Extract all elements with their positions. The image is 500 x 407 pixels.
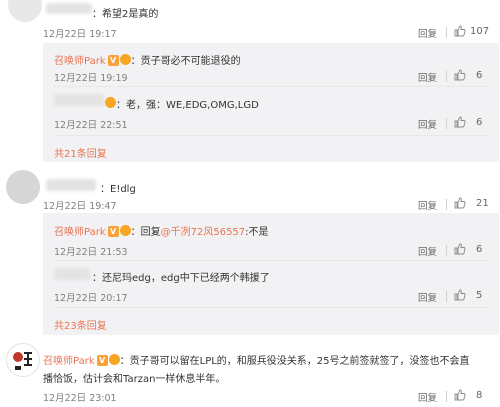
divider	[446, 245, 447, 256]
divider	[446, 391, 447, 402]
divider	[54, 135, 490, 136]
thumbs-up-icon[interactable]	[454, 69, 466, 81]
reply-author-line: 召唤师Park V ：回复@千冽72风56557:不是	[54, 223, 269, 238]
mention-link[interactable]: @千冽72风56557	[161, 227, 246, 238]
like-count: 107	[470, 26, 490, 37]
avatar[interactable]	[6, 170, 40, 204]
blurred-username	[46, 3, 92, 14]
blurred-username	[46, 179, 96, 191]
reply-button[interactable]: 回复	[418, 198, 437, 212]
reply-time: 12月22日 22:51	[54, 120, 128, 131]
verified-v-icon: V	[107, 55, 119, 66]
comment-line-1: 召唤师Park V ：贡子哥可以留在LPL的，和服兵役没关系，25号之前签就签了，没…	[43, 352, 470, 367]
avatar[interactable]	[8, 0, 42, 22]
reply-text: ：老，强：WE,EDG,OMG,LGD	[116, 100, 259, 111]
reply-button[interactable]: 回复	[418, 290, 437, 304]
divider	[446, 118, 447, 129]
like-count: 6	[476, 70, 483, 81]
like-count: 8	[476, 390, 483, 401]
verified-v-icon: V	[96, 355, 108, 366]
reply-text: ：贡子哥必不可能退役的	[130, 56, 241, 67]
reply-text-prefix: ：回复	[130, 227, 161, 238]
more-replies-link[interactable]: 共21条回复	[54, 145, 107, 160]
reply-username[interactable]: 召唤师Park	[54, 227, 106, 238]
comment-text: ：希望2是真的	[92, 9, 159, 20]
comment-text-line-2: 播恰饭，估计会和Tarzan一样休息半年。	[43, 374, 226, 385]
verified-v-icon: V	[107, 226, 119, 237]
thumbs-up-icon[interactable]	[454, 243, 466, 255]
avatar[interactable]	[6, 343, 40, 377]
reply-text: ：还尼玛edg，edg中下已经两个韩援了	[92, 273, 270, 284]
comment-time: 12月22日 19:47	[43, 201, 117, 212]
level-badge-icon	[119, 225, 131, 236]
reply-button[interactable]: 回复	[418, 390, 437, 404]
level-badge-icon	[108, 354, 120, 365]
reply-time: 12月22日 21:53	[54, 247, 128, 258]
avatar-logo-icon	[13, 352, 32, 370]
divider	[446, 71, 447, 82]
reply-button[interactable]: 回复	[418, 70, 437, 84]
level-badge-icon	[105, 97, 116, 108]
divider	[446, 291, 447, 302]
thumbs-up-icon[interactable]	[454, 25, 466, 37]
reply-button[interactable]: 回复	[418, 26, 437, 40]
thumbs-up-icon[interactable]	[454, 116, 466, 128]
like-count: 5	[476, 290, 483, 301]
level-badge-icon	[119, 54, 131, 65]
reply-time: 12月22日 19:19	[54, 73, 128, 84]
divider	[54, 86, 490, 87]
thumbs-up-icon[interactable]	[454, 289, 466, 301]
comment-username[interactable]: 召唤师Park	[43, 356, 95, 367]
divider	[54, 307, 490, 308]
like-count: 6	[476, 244, 483, 255]
divider	[54, 260, 490, 261]
blurred-username	[54, 94, 104, 106]
reply-username[interactable]: 召唤师Park	[54, 56, 106, 67]
reply-time: 12月22日 20:17	[54, 293, 128, 304]
comment-text: ：E!dlg	[100, 184, 136, 195]
divider	[446, 27, 447, 38]
blurred-username	[54, 268, 90, 280]
like-count: 6	[476, 117, 483, 128]
reply-button[interactable]: 回复	[418, 117, 437, 131]
comment-time: 12月22日 23:01	[43, 393, 117, 404]
comment-time: 12月22日 19:17	[43, 29, 117, 40]
divider	[446, 199, 447, 210]
reply-text-suffix: :不是	[245, 227, 269, 238]
like-count: 21	[476, 198, 489, 209]
reply-author-line: 召唤师Park V ：贡子哥必不可能退役的	[54, 52, 241, 67]
comment-text-line-1: ：贡子哥可以留在LPL的，和服兵役没关系，25号之前签就签了，没签也不会直	[119, 356, 470, 367]
thumbs-up-icon[interactable]	[454, 389, 466, 401]
more-replies-link[interactable]: 共23条回复	[54, 317, 107, 332]
thumbs-up-icon[interactable]	[454, 197, 466, 209]
reply-button[interactable]: 回复	[418, 244, 437, 258]
